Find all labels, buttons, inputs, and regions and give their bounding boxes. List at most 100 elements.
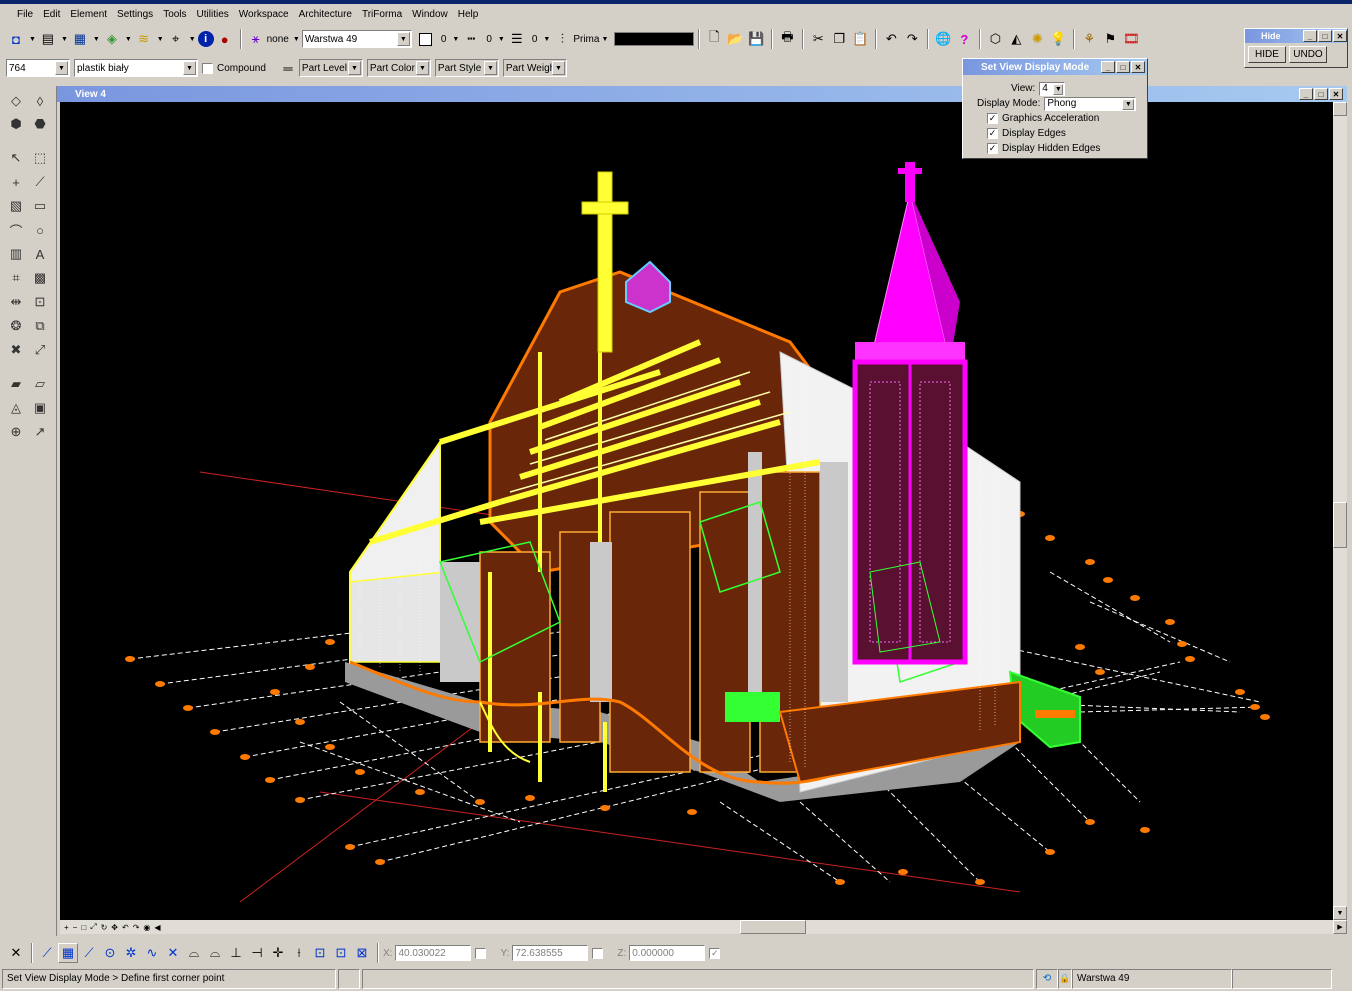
measure-icon[interactable]: ⇹ xyxy=(6,292,26,312)
scroll-thumb[interactable] xyxy=(1333,502,1347,548)
priority-label[interactable]: Prima xyxy=(573,34,599,45)
active-level-field[interactable]: Warstwa 49 xyxy=(1072,968,1232,989)
fence-icon[interactable]: ⌖ xyxy=(166,29,186,49)
maximize-icon[interactable]: □ xyxy=(1318,30,1332,42)
perpendicular-snap-icon[interactable]: ⊥ xyxy=(226,943,246,963)
arc-icon[interactable]: ⌒ xyxy=(6,220,26,240)
h-scroll-thumb[interactable] xyxy=(740,920,806,934)
view-next-icon[interactable]: ↷ xyxy=(133,923,140,932)
view-rotate-icon[interactable]: ◇ xyxy=(6,91,26,111)
help-icon[interactable]: ? xyxy=(954,29,974,49)
open-folder-icon[interactable]: 📂 xyxy=(725,29,745,49)
line-weight-icon[interactable]: ☰ xyxy=(507,29,527,49)
menu-architecture[interactable]: Architecture xyxy=(294,9,357,20)
tangent-from-snap-icon[interactable]: ⌓ xyxy=(205,943,225,963)
class-value[interactable]: none xyxy=(267,34,289,45)
center-snap-icon[interactable]: ⊙ xyxy=(100,943,120,963)
select-box-icon[interactable]: ⬚ xyxy=(30,148,50,168)
chevron-down-icon[interactable]: ▼ xyxy=(483,61,497,75)
rectangle-icon[interactable]: ▭ xyxy=(30,196,50,216)
view-previous-icon[interactable]: ↶ xyxy=(122,923,129,932)
circle-icon[interactable]: ○ xyxy=(30,220,50,240)
part-level-combo[interactable]: Part Level ▼ xyxy=(298,59,363,77)
info-icon[interactable]: i xyxy=(197,31,214,47)
rotate-view-icon[interactable]: ↻ xyxy=(101,923,108,932)
chevron-down-icon[interactable]: ▼ xyxy=(1122,98,1135,110)
level-combo[interactable]: Warstwa 49 ▼ xyxy=(301,30,412,48)
light-source-icon[interactable]: ✺ xyxy=(1027,29,1047,49)
z-coordinate-field[interactable]: 0.000000 xyxy=(629,945,706,961)
scale-icon[interactable]: ⤢ xyxy=(30,340,50,360)
copy-icon[interactable]: ❐ xyxy=(829,29,849,49)
graphics-acceleration-checkbox[interactable]: ✓ xyxy=(987,113,998,124)
minimize-icon[interactable]: _ xyxy=(1299,88,1313,100)
part-style-combo[interactable]: Part Style ▼ xyxy=(434,59,499,77)
accudraw-icon[interactable]: ⟲ xyxy=(1036,968,1058,989)
menu-workspace[interactable]: Workspace xyxy=(234,9,294,20)
delete-icon[interactable]: ✖ xyxy=(6,340,26,360)
snap-box-3-icon[interactable]: ⊠ xyxy=(352,943,372,963)
scroll-left-icon[interactable]: ◀ xyxy=(154,923,160,932)
surfaces-icon[interactable]: ⬣ xyxy=(30,114,50,134)
menu-file[interactable]: File xyxy=(12,9,38,20)
chevron-down-icon[interactable]: ▼ xyxy=(551,61,565,75)
maximize-icon[interactable]: □ xyxy=(1116,61,1130,73)
chevron-down-icon[interactable]: ▼ xyxy=(347,61,361,75)
x-coordinate-field[interactable]: 40.030022 xyxy=(395,945,472,961)
close-icon[interactable]: ✕ xyxy=(1333,30,1347,42)
origin-snap-icon[interactable]: ✲ xyxy=(121,943,141,963)
paste-icon[interactable]: 📋 xyxy=(850,29,870,49)
horizontal-scrollbar[interactable]: + − □ ⤢ ↻ ✥ ↶ ↷ ◉ ◀ ▶ xyxy=(60,920,1347,934)
window-area-icon[interactable]: □ xyxy=(81,923,86,932)
scroll-down-icon[interactable]: ▼ xyxy=(1333,906,1347,920)
priority-icon[interactable]: ⫶ xyxy=(552,29,572,49)
bulb-icon[interactable]: 💡 xyxy=(1048,29,1068,49)
keypoint-snap-icon[interactable]: ⟋ xyxy=(37,943,57,963)
cube-icon[interactable]: ⬡ xyxy=(985,29,1005,49)
grid-icon[interactable]: ▦ xyxy=(70,29,90,49)
redo-icon[interactable]: ↷ xyxy=(902,29,922,49)
y-lock-checkbox[interactable] xyxy=(592,947,604,959)
scroll-right-icon[interactable]: ▶ xyxy=(1333,920,1347,934)
view-titlebar[interactable]: View 4 _ □ ✕ xyxy=(57,86,1347,102)
dimension-icon[interactable]: ⌗ xyxy=(6,268,26,288)
hide-button[interactable]: HIDE xyxy=(1248,46,1286,63)
display-edges-checkbox[interactable]: ✓ xyxy=(987,128,998,139)
group-icon[interactable]: ⧉ xyxy=(30,316,50,336)
select-arrow-icon[interactable]: ↖ xyxy=(6,148,26,168)
pattern-icon[interactable]: ▩ xyxy=(30,268,50,288)
menu-tools[interactable]: Tools xyxy=(158,9,191,20)
zoom-out-icon[interactable]: − xyxy=(73,923,78,932)
lock-icon[interactable]: 🔒 xyxy=(1058,968,1072,989)
text-icon[interactable]: A xyxy=(30,244,50,264)
render-icon[interactable]: ◭ xyxy=(1006,29,1026,49)
parallel-snap-icon[interactable]: ⊣ xyxy=(247,943,267,963)
new-file-icon[interactable]: ▤ xyxy=(38,29,58,49)
numbering-icon[interactable]: ↗ xyxy=(30,422,50,442)
cell-icon[interactable]: ▥ xyxy=(6,244,26,264)
record-icon[interactable]: ● xyxy=(215,29,235,49)
chevron-down-icon[interactable]: ▼ xyxy=(183,61,196,75)
print-icon[interactable]: 🖶 xyxy=(777,29,797,49)
cut-icon[interactable]: ✂ xyxy=(808,29,828,49)
menu-settings[interactable]: Settings xyxy=(112,9,158,20)
tangent-snap-icon[interactable]: ⌓ xyxy=(184,943,204,963)
layers-icon[interactable]: ≋ xyxy=(134,29,154,49)
reference-icon[interactable]: ◈ xyxy=(102,29,122,49)
solids-icon[interactable]: ⬢ xyxy=(6,114,26,134)
line-style-icon[interactable]: ┅ xyxy=(461,29,481,49)
menu-utilities[interactable]: Utilities xyxy=(192,9,234,20)
form-icon[interactable]: ▣ xyxy=(30,398,50,418)
display-hidden-edges-checkbox[interactable]: ✓ xyxy=(987,143,998,154)
snap-box-2-icon[interactable]: ⊡ xyxy=(331,943,351,963)
snap-icon[interactable]: ⊕ xyxy=(6,422,26,442)
class-icon[interactable]: ⚹ xyxy=(246,29,266,49)
chevron-down-icon[interactable]: ▼ xyxy=(1053,83,1064,95)
chevron-down-icon[interactable]: ▼ xyxy=(415,61,429,75)
compound-checkbox[interactable] xyxy=(202,62,213,74)
chevron-down-icon[interactable]: ▼ xyxy=(396,32,410,46)
view-controls[interactable]: + − □ ⤢ ↻ ✥ ↶ ↷ ◉ ◀ xyxy=(60,920,161,934)
x-lock-checkbox[interactable] xyxy=(475,947,487,959)
zoom-in-icon[interactable]: + xyxy=(64,923,69,932)
minimize-icon[interactable]: _ xyxy=(1303,30,1317,42)
